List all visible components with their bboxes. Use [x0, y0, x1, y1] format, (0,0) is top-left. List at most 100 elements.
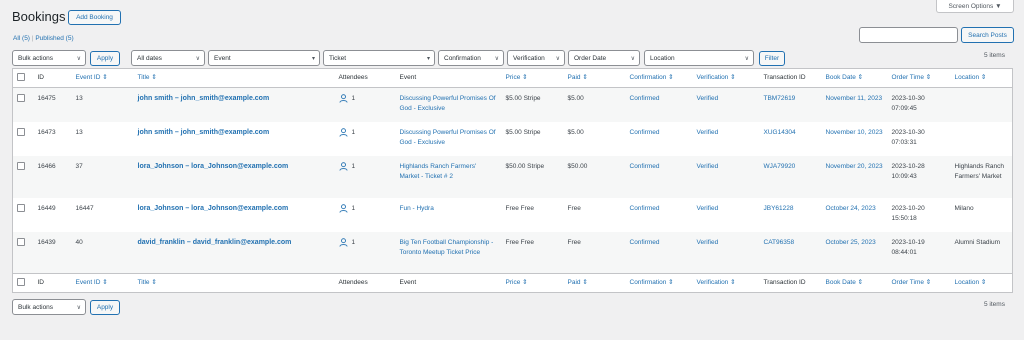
- cell-confirmation[interactable]: Confirmed: [626, 232, 693, 274]
- cell-attendees[interactable]: 1: [335, 156, 396, 198]
- select-all-checkbox[interactable]: [17, 73, 25, 82]
- table-footer-row: ID Event ID ⇕ Title ⇕ Attendees Event Pr…: [12, 273, 1013, 293]
- cell-verification[interactable]: Verified: [693, 88, 760, 122]
- cell-price: $5.00 Stripe: [505, 128, 541, 136]
- cell-title[interactable]: david_franklin – david_franklin@example.…: [134, 232, 335, 274]
- add-booking-button[interactable]: Add Booking: [68, 10, 121, 25]
- bulk-actions-select-bottom[interactable]: Bulk actions ∨: [12, 299, 86, 315]
- cell-book-date[interactable]: November 10, 2023: [822, 122, 888, 156]
- dates-select[interactable]: All dates ∨: [131, 50, 205, 66]
- attendee-count[interactable]: 1: [352, 95, 356, 102]
- cell-attendees[interactable]: 1: [335, 122, 396, 156]
- cell-book-date[interactable]: November 11, 2023: [822, 88, 888, 122]
- order-date-select-label: Order Date: [574, 54, 607, 62]
- col-location[interactable]: Location ⇕: [951, 69, 1013, 88]
- user-icon[interactable]: [338, 127, 348, 137]
- bulk-actions-select[interactable]: Bulk actions ∨: [12, 50, 86, 66]
- cell-book-date[interactable]: October 24, 2023: [822, 198, 888, 232]
- confirmation-select[interactable]: Confirmation ∨: [438, 50, 504, 66]
- col-location-footer[interactable]: Location ⇕: [951, 274, 1013, 293]
- cell-title[interactable]: john smith – john_smith@example.com: [134, 88, 335, 122]
- cell-transaction-id[interactable]: JBY61228: [760, 198, 822, 232]
- cell-verification[interactable]: Verified: [693, 198, 760, 232]
- row-checkbox[interactable]: [17, 94, 25, 103]
- cell-title[interactable]: lora_Johnson – lora_Johnson@example.com: [134, 198, 335, 232]
- cell-book-date[interactable]: October 25, 2023: [822, 232, 888, 274]
- cell-event[interactable]: Big Ten Football Championship - Toronto …: [396, 232, 502, 274]
- ticket-select[interactable]: Ticket ▾: [323, 50, 435, 66]
- chevron-down-icon: ∨: [630, 55, 635, 62]
- apply-button[interactable]: Apply: [90, 51, 120, 66]
- col-paid[interactable]: Paid ⇕: [564, 69, 626, 88]
- cell-verification[interactable]: Verified: [693, 232, 760, 274]
- col-order-time-footer[interactable]: Order Time ⇕: [888, 274, 951, 293]
- col-title[interactable]: Title ⇕: [134, 69, 335, 88]
- attendee-count[interactable]: 1: [352, 163, 356, 170]
- row-checkbox[interactable]: [17, 203, 25, 212]
- verification-select-label: Verification: [513, 54, 545, 62]
- col-price-footer[interactable]: Price ⇕: [502, 274, 564, 293]
- cell-verification[interactable]: Verified: [693, 156, 760, 198]
- bulk-actions-label-bottom: Bulk actions: [18, 303, 54, 311]
- cell-transaction-id[interactable]: CAT96358: [760, 232, 822, 274]
- cell-attendees[interactable]: 1: [335, 232, 396, 274]
- col-book-date[interactable]: Book Date ⇕: [822, 69, 888, 88]
- cell-event[interactable]: Highlands Ranch Farmers' Market - Ticket…: [396, 156, 502, 198]
- col-attendees: Attendees: [338, 74, 368, 81]
- cell-confirmation[interactable]: Confirmed: [626, 122, 693, 156]
- location-select[interactable]: Location ∨: [644, 50, 754, 66]
- cell-confirmation[interactable]: Confirmed: [626, 198, 693, 232]
- cell-event[interactable]: Fun - Hydra: [396, 198, 502, 232]
- view-published-link[interactable]: Published (5): [35, 35, 73, 42]
- col-transaction-id-footer: Transaction ID: [763, 279, 806, 286]
- user-icon[interactable]: [338, 203, 348, 213]
- cell-transaction-id[interactable]: XUG14304: [760, 122, 822, 156]
- cell-attendees[interactable]: 1: [335, 198, 396, 232]
- order-date-select[interactable]: Order Date ∨: [568, 50, 640, 66]
- event-select[interactable]: Event ▾: [208, 50, 320, 66]
- col-event-id-footer[interactable]: Event ID ⇕: [72, 274, 134, 293]
- col-book-date-footer[interactable]: Book Date ⇕: [822, 274, 888, 293]
- cell-verification[interactable]: Verified: [693, 122, 760, 156]
- attendee-count[interactable]: 1: [352, 129, 356, 136]
- search-posts-button[interactable]: Search Posts: [961, 27, 1014, 43]
- filter-button[interactable]: Filter: [759, 51, 785, 66]
- user-icon[interactable]: [338, 161, 348, 171]
- screen-options-button[interactable]: Screen Options ▼: [936, 0, 1014, 13]
- cell-attendees[interactable]: 1: [335, 88, 396, 122]
- attendee-count[interactable]: 1: [352, 205, 356, 212]
- col-confirmation-footer[interactable]: Confirmation ⇕: [626, 274, 693, 293]
- attendee-count[interactable]: 1: [352, 239, 356, 246]
- cell-title[interactable]: john smith – john_smith@example.com: [134, 122, 335, 156]
- cell-transaction-id[interactable]: TBM72619: [760, 88, 822, 122]
- view-all-link[interactable]: All (5): [13, 35, 30, 42]
- items-count: 5 items: [984, 52, 1005, 59]
- search-input[interactable]: [859, 27, 958, 43]
- col-title-footer[interactable]: Title ⇕: [134, 274, 335, 293]
- col-verification[interactable]: Verification ⇕: [693, 69, 760, 88]
- table-row: 16449 16447 lora_Johnson – lora_Johnson@ex…: [13, 198, 1013, 232]
- cell-paid: Free: [567, 238, 581, 246]
- cell-event[interactable]: Discussing Powerful Promises Of God - Ex…: [396, 122, 502, 156]
- cell-price: $5.00 Stripe: [505, 95, 541, 102]
- row-checkbox[interactable]: [17, 161, 25, 170]
- cell-event[interactable]: Discussing Powerful Promises Of God - Ex…: [396, 88, 502, 122]
- cell-book-date[interactable]: November 20, 2023: [822, 156, 888, 198]
- col-verification-footer[interactable]: Verification ⇕: [693, 274, 760, 293]
- user-icon[interactable]: [338, 237, 348, 247]
- row-checkbox[interactable]: [17, 127, 25, 136]
- col-price[interactable]: Price ⇕: [502, 69, 564, 88]
- user-icon[interactable]: [338, 94, 348, 103]
- col-confirmation[interactable]: Confirmation ⇕: [626, 69, 693, 88]
- col-paid-footer[interactable]: Paid ⇕: [564, 274, 626, 293]
- col-order-time[interactable]: Order Time ⇕: [888, 69, 951, 88]
- row-checkbox[interactable]: [17, 237, 25, 246]
- select-all-checkbox-bottom[interactable]: [17, 278, 25, 287]
- apply-button-bottom[interactable]: Apply: [90, 300, 120, 315]
- cell-confirmation[interactable]: Confirmed: [626, 88, 693, 122]
- cell-confirmation[interactable]: Confirmed: [626, 156, 693, 198]
- col-event-id[interactable]: Event ID ⇕: [72, 69, 134, 88]
- cell-transaction-id[interactable]: WJA79920: [760, 156, 822, 198]
- cell-title[interactable]: lora_Johnson – lora_Johnson@example.com: [134, 156, 335, 198]
- verification-select[interactable]: Verification ∨: [507, 50, 565, 66]
